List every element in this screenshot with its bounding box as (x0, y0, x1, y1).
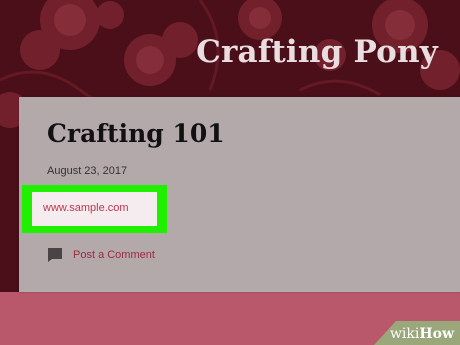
post-comment-link[interactable]: Post a Comment (73, 249, 155, 261)
post-card: Crafting 101 August 23, 2017 www.sample.… (19, 97, 460, 292)
watermark-part-2: How (419, 326, 454, 342)
link-highlight: www.sample.com (22, 185, 167, 233)
blog-title[interactable]: Crafting Pony (196, 34, 438, 70)
post-comment-row[interactable]: Post a Comment (47, 246, 155, 264)
post-link[interactable]: www.sample.com (43, 202, 129, 214)
post-title[interactable]: Crafting 101 (47, 119, 225, 148)
wikihow-watermark: wikiHow (374, 321, 460, 345)
comment-icon[interactable] (47, 247, 63, 263)
watermark-part-1: wiki (389, 326, 420, 342)
link-box: www.sample.com (32, 192, 157, 226)
post-date: August 23, 2017 (47, 165, 128, 177)
